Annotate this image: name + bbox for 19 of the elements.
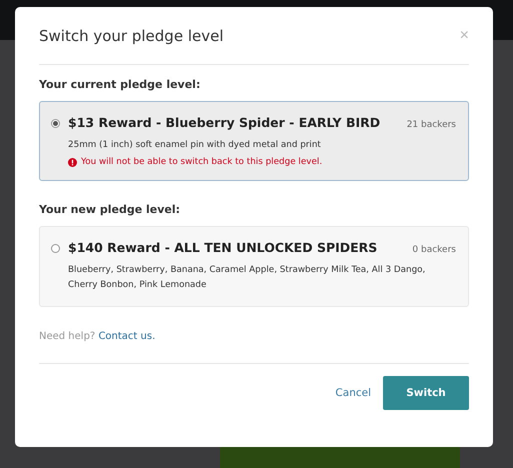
radio-button[interactable] xyxy=(51,119,60,128)
section-heading: Your current pledge level: xyxy=(39,78,202,91)
backer-count: 21 backers xyxy=(406,120,456,130)
reward-title: $13 Reward - Blueberry Spider - EARLY BIRD xyxy=(68,115,380,130)
reward-card[interactable]: $13 Reward - Blueberry Spider - EARLY BIRD 21 backers 25mm (1 inch) soft enamel pin with dyed metal and print You will not be able to switch back to this pledge level. xyxy=(39,101,469,181)
dialog-title: Switch your pledge level xyxy=(39,26,224,44)
reward-title: $140 Reward - ALL TEN UNLOCKED SPIDERS xyxy=(68,240,378,255)
backer-count: 0 backers xyxy=(412,245,456,255)
help-text: Need help? Contact us. xyxy=(39,331,156,342)
radio-button[interactable] xyxy=(51,244,60,253)
cancel-button[interactable]: Cancel xyxy=(335,387,371,399)
warning-text: You will not be able to switch back to this pledge level. xyxy=(81,157,322,167)
section-heading: Your new pledge level: xyxy=(39,203,182,216)
contact-link[interactable]: Contact us. xyxy=(98,331,156,342)
switch-button[interactable]: Switch xyxy=(383,376,469,410)
reward-description: Blueberry, Strawberry, Banana, Caramel Apple, Strawberry Milk Tea, All 3 Dango, Cherry Bonbon, Pink Lemonade xyxy=(68,264,426,292)
reward-description: 25mm (1 inch) soft enamel pin with dyed metal and print xyxy=(68,139,322,152)
warning-icon xyxy=(68,158,77,166)
reward-card[interactable]: $140 Reward - ALL TEN UNLOCKED SPIDERS 0 backers Blueberry, Strawberry, Banana, Caramel Apple, Strawberry Milk Tea, All 3 Dango, Cherry Bonbon, Pink Lemonade xyxy=(39,226,469,307)
